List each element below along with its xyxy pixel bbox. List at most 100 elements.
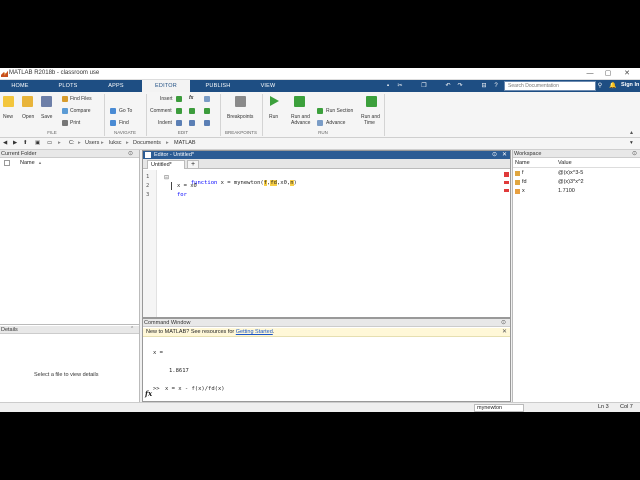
editor-close-icon[interactable]: ✕	[502, 151, 507, 159]
run-and-time-icon[interactable]	[366, 96, 377, 107]
find-button[interactable]: Find	[119, 120, 129, 126]
current-function-field[interactable]: mynewton	[474, 404, 524, 412]
name-column-header[interactable]: Name	[20, 160, 35, 166]
details-collapse-icon[interactable]: ⌃	[130, 326, 134, 332]
error-marker[interactable]	[504, 189, 509, 192]
breadcrumb-user[interactable]: luksc	[109, 140, 122, 146]
editor-actions-icon[interactable]: ⊙	[492, 151, 497, 159]
tab-plots[interactable]: PLOTS	[48, 80, 88, 92]
print-button[interactable]: Print	[70, 120, 80, 126]
save-button[interactable]: Save	[41, 114, 52, 120]
minimize-button[interactable]: —	[583, 69, 597, 78]
table-row[interactable]: x 1.7100	[513, 187, 640, 196]
new-tab-button[interactable]: +	[187, 160, 199, 169]
address-dropdown-icon[interactable]: ▾	[630, 140, 633, 146]
run-button[interactable]: Run	[269, 114, 278, 120]
tab-editor[interactable]: EDITOR	[142, 80, 190, 92]
save-quick-icon[interactable]: ▪	[384, 82, 392, 90]
command-window-title: Command Window	[143, 319, 510, 327]
maximize-button[interactable]: ▢	[601, 69, 615, 78]
window-title: MATLAB R2018b - classroom use	[9, 70, 100, 76]
compare-button[interactable]: Compare	[70, 108, 91, 114]
error-marker[interactable]	[504, 181, 509, 184]
wrap-comments-icon[interactable]	[204, 108, 210, 114]
compare-icon	[62, 108, 68, 114]
code-line-2[interactable]: x = x0	[177, 183, 197, 189]
path-separator: ▸	[101, 140, 104, 146]
forward-arrow-icon[interactable]: ▶	[13, 140, 17, 146]
new-script-icon[interactable]	[3, 96, 14, 107]
find-files-button[interactable]: Find Files	[70, 96, 92, 102]
sort-ascending-icon: ▲	[38, 160, 42, 165]
insert-section-icon[interactable]	[176, 96, 182, 102]
decrease-indent-icon[interactable]	[204, 120, 210, 126]
breakpoints-icon[interactable]	[235, 96, 246, 107]
browse-folder-icon[interactable]: ▣	[35, 140, 40, 146]
tab-view[interactable]: VIEW	[248, 80, 288, 92]
workspace-name-header[interactable]: Name	[515, 160, 530, 166]
highlighted-arg-fd: fd	[270, 180, 277, 186]
run-and-advance-icon[interactable]	[294, 96, 305, 107]
comment-button[interactable]: Comment	[150, 108, 172, 114]
switch-windows-icon[interactable]: ⊟	[480, 82, 488, 90]
code-text: )	[293, 180, 297, 186]
close-button[interactable]: ✕	[620, 69, 634, 78]
getting-started-link[interactable]: Getting Started	[236, 329, 273, 335]
uncomment-icon[interactable]	[189, 108, 195, 114]
notice-close-icon[interactable]: ✕	[502, 328, 507, 337]
search-documentation-input[interactable]: Search Documentation	[504, 81, 596, 91]
go-to-button[interactable]: Go To	[119, 108, 132, 114]
code-fold-icon[interactable]: ⊟	[164, 174, 169, 181]
help-icon[interactable]: ?	[492, 82, 500, 90]
select-all-checkbox[interactable]	[4, 160, 10, 166]
panel-actions-icon[interactable]: ⊙	[128, 150, 133, 157]
copy-icon[interactable]: ❐	[420, 82, 428, 90]
insert-button[interactable]: Insert	[160, 96, 173, 102]
search-icon[interactable]: ⚲	[596, 82, 604, 90]
undo-icon[interactable]: ↶	[444, 82, 452, 90]
insert-dropdown-icon[interactable]	[204, 96, 210, 102]
tab-publish[interactable]: PUBLISH	[196, 80, 240, 92]
smart-indent-icon[interactable]	[176, 120, 182, 126]
run-play-icon[interactable]	[268, 95, 280, 107]
table-row[interactable]: f @(x)x^3-5	[513, 169, 640, 178]
indent-button[interactable]: Indent	[158, 120, 172, 126]
notifications-icon[interactable]: 🔔	[609, 82, 617, 90]
workspace-actions-icon[interactable]: ⊙	[632, 150, 637, 158]
new-button[interactable]: New	[3, 114, 13, 120]
fx-insert-function-icon[interactable]: fx	[189, 95, 193, 101]
error-indicator-icon[interactable]	[504, 172, 509, 177]
back-arrow-icon[interactable]: ◀	[3, 140, 7, 146]
variable-name: f	[522, 170, 524, 176]
current-folder-panel: Current Folder ⊙ Name ▲ Details ⌃ Select…	[0, 150, 140, 402]
panel-divider[interactable]	[0, 324, 139, 325]
breakpoints-button[interactable]: Breakpoints	[227, 114, 253, 120]
breadcrumb-documents[interactable]: Documents	[133, 140, 161, 146]
open-button[interactable]: Open	[22, 114, 34, 120]
table-row[interactable]: fd @(x)3*x^2	[513, 178, 640, 187]
tab-home[interactable]: HOME	[0, 80, 40, 92]
breadcrumb-drive[interactable]: C:	[69, 140, 75, 146]
fx-function-browser-icon[interactable]: fx	[145, 389, 152, 398]
increase-indent-icon[interactable]	[189, 120, 195, 126]
cut-icon[interactable]: ✂	[396, 82, 404, 90]
breadcrumb-users[interactable]: Users	[85, 140, 99, 146]
collapse-ribbon-icon[interactable]: ▴	[630, 129, 633, 136]
function-handle-icon	[515, 171, 520, 176]
up-folder-icon[interactable]: ⬆	[23, 140, 28, 146]
untitled-tab[interactable]: Untitled*	[147, 160, 185, 169]
sign-in-link[interactable]: Sign In	[621, 82, 639, 88]
command-window-actions-icon[interactable]: ⊙	[501, 319, 506, 327]
command-input[interactable]: x = x - f(x)/fd(x)	[165, 386, 225, 392]
comment-icon[interactable]	[176, 108, 182, 114]
tab-apps[interactable]: APPS	[96, 80, 136, 92]
redo-icon[interactable]: ↷	[456, 82, 464, 90]
advance-button[interactable]: Advance	[326, 120, 345, 126]
breadcrumb-matlab[interactable]: MATLAB	[174, 140, 196, 146]
run-section-button[interactable]: Run Section	[326, 108, 353, 114]
save-disk-icon[interactable]	[41, 96, 52, 107]
workspace-value-header[interactable]: Value	[558, 160, 572, 166]
open-folder-icon[interactable]	[22, 96, 33, 107]
code-line-3[interactable]: for	[177, 192, 187, 198]
variable-name: fd	[522, 179, 527, 185]
